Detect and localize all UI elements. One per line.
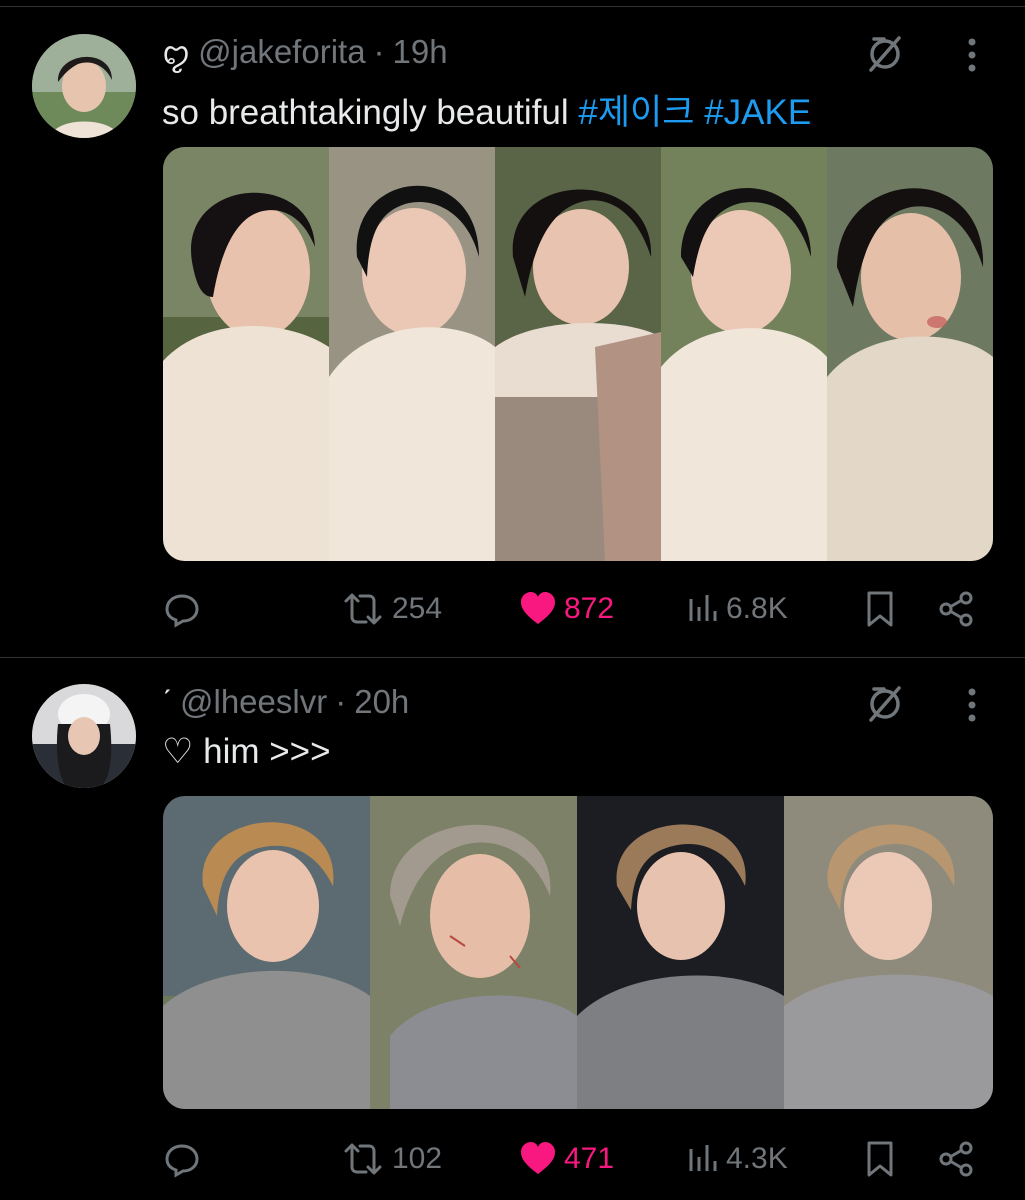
timestamp[interactable]: 20h xyxy=(354,683,409,721)
hashtag-link[interactable]: #제이크 xyxy=(578,93,694,132)
author-handle[interactable]: @lheeslvr xyxy=(180,683,327,721)
media-photo[interactable] xyxy=(163,147,329,561)
media-photo[interactable] xyxy=(495,147,661,561)
media-photo[interactable] xyxy=(827,147,993,561)
media-photo[interactable] xyxy=(370,796,577,1109)
hashtag-link[interactable]: #JAKE xyxy=(704,93,811,132)
avatar[interactable] xyxy=(32,684,136,788)
retweet-button[interactable]: 102 xyxy=(340,1134,442,1184)
heart-icon xyxy=(521,592,555,624)
mute-icon[interactable] xyxy=(862,30,908,76)
like-button[interactable]: 471 xyxy=(518,1134,614,1184)
tweet-text: so breathtakingly beautiful #제이크 #JAKE xyxy=(162,84,811,135)
avatar[interactable] xyxy=(32,34,136,138)
separator: · xyxy=(335,683,347,720)
tweet-actions: 102 471 4.3K xyxy=(162,1134,982,1184)
share-button[interactable] xyxy=(936,1134,976,1184)
bookmark-icon xyxy=(867,591,893,627)
like-count: 872 xyxy=(564,592,615,625)
views-count: 6.8K xyxy=(726,592,788,625)
tweet[interactable]: ˊ @lheeslvr · 20h ♡ him >>> 102 471 4.3K xyxy=(0,658,1025,1200)
bookmark-button[interactable] xyxy=(862,584,898,634)
more-icon[interactable] xyxy=(958,33,986,79)
views-button[interactable]: 4.3K xyxy=(686,1134,788,1184)
views-icon xyxy=(689,1145,717,1171)
tweet-header: ˊ @lheeslvr · 20h xyxy=(162,680,409,724)
media-photo[interactable] xyxy=(661,147,827,561)
reply-icon xyxy=(165,1144,199,1178)
tweet-body: ♡ him >>> xyxy=(162,732,331,771)
like-count: 471 xyxy=(564,1142,615,1175)
tweet-body: so breathtakingly beautiful xyxy=(162,93,569,132)
retweet-icon xyxy=(344,593,382,625)
like-button[interactable]: 872 xyxy=(518,584,614,634)
bookmark-button[interactable] xyxy=(862,1134,898,1184)
views-icon xyxy=(689,595,717,621)
retweet-icon xyxy=(344,1143,382,1175)
retweet-button[interactable]: 254 xyxy=(340,584,442,634)
tweet-media[interactable] xyxy=(163,796,993,1109)
share-icon xyxy=(939,1141,973,1177)
share-button[interactable] xyxy=(936,584,976,634)
tweet-media[interactable] xyxy=(163,147,993,561)
views-count: 4.3K xyxy=(726,1142,788,1175)
mute-icon[interactable] xyxy=(862,680,908,726)
timestamp[interactable]: 19h xyxy=(393,33,448,71)
timeline-feed: ꨄ @jakeforita · 19h so breathtakingly be… xyxy=(0,0,1025,1200)
media-photo[interactable] xyxy=(577,796,784,1109)
share-icon xyxy=(939,591,973,627)
views-button[interactable]: 6.8K xyxy=(686,584,788,634)
retweet-count: 102 xyxy=(392,1142,443,1175)
reply-button[interactable] xyxy=(162,584,202,634)
author-handle[interactable]: @jakeforita xyxy=(198,33,365,71)
media-photo[interactable] xyxy=(784,796,993,1109)
heart-icon xyxy=(521,1142,555,1174)
reply-button[interactable] xyxy=(162,1134,202,1184)
more-icon[interactable] xyxy=(958,683,986,729)
tweet-header: ꨄ @jakeforita · 19h xyxy=(162,30,448,74)
tweet-actions: 254 872 6.8K xyxy=(162,584,982,634)
separator: · xyxy=(373,33,385,70)
bookmark-icon xyxy=(867,1141,893,1177)
tweet[interactable]: ꨄ @jakeforita · 19h so breathtakingly be… xyxy=(0,0,1025,657)
retweet-count: 254 xyxy=(392,592,443,625)
handle-decoration: ꨄ xyxy=(162,37,191,71)
tweet-text: ♡ him >>> xyxy=(162,732,331,772)
media-photo[interactable] xyxy=(329,147,495,561)
handle-decoration: ˊ xyxy=(162,685,172,718)
media-photo[interactable] xyxy=(163,796,370,1109)
reply-icon xyxy=(165,594,199,628)
